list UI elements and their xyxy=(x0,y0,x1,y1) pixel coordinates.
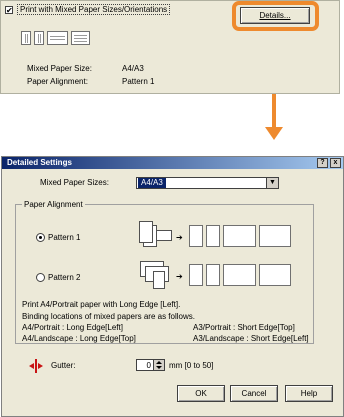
pattern1-radio[interactable] xyxy=(36,233,45,242)
mixed-paper-size-label: Mixed Paper Size: xyxy=(27,64,92,73)
gutter-icon xyxy=(29,359,43,373)
portrait-page-icon xyxy=(206,264,220,286)
mixed-paper-sizes-select[interactable]: A4/A3 ▼ xyxy=(136,177,279,189)
spin-up-icon[interactable] xyxy=(156,361,162,364)
mixed-page-layout-icons xyxy=(21,28,106,48)
binding-a4-portrait: A4/Portrait : Long Edge[Left] xyxy=(22,323,123,332)
ok-button[interactable]: OK xyxy=(177,385,225,402)
spin-down-icon[interactable] xyxy=(156,366,162,369)
portrait-page-icon xyxy=(34,31,44,45)
binding-a3-landscape: A3/Landscape : Short Edge[Left] xyxy=(193,334,309,343)
arrow-right-icon: ➔ xyxy=(176,233,183,242)
portrait-page-icon xyxy=(21,31,31,45)
mixed-paper-checkbox[interactable]: ✔ xyxy=(5,6,13,15)
portrait-page-icon xyxy=(189,264,203,286)
paper-alignment-value: Pattern 1 xyxy=(122,77,155,86)
gutter-value: 0 xyxy=(146,361,151,370)
binding-a4-landscape: A4/Landscape : Long Edge[Top] xyxy=(22,334,136,343)
help-button[interactable]: Help xyxy=(285,385,333,402)
gutter-spinbox[interactable]: 0 xyxy=(136,359,165,371)
pattern1-diagram: ➔ xyxy=(137,219,297,255)
landscape-page-icon xyxy=(259,225,291,247)
landscape-page-icon xyxy=(223,225,256,247)
stacked-pages-icon xyxy=(137,258,173,292)
radio-selected-dot xyxy=(39,236,42,239)
select-value: A4/A3 xyxy=(138,178,166,188)
details-button-label: Details... xyxy=(259,11,291,20)
landscape-page-icon xyxy=(47,31,68,45)
binding-description: Binding locations of mixed papers are as… xyxy=(22,312,195,321)
portrait-page-icon xyxy=(206,225,220,247)
detailed-settings-dialog: Detailed Settings ? x Mixed Paper Sizes:… xyxy=(1,156,344,417)
pattern2-diagram: ➔ xyxy=(137,258,297,294)
landscape-page-icon xyxy=(71,31,90,45)
paper-alignment-label: Paper Alignment: xyxy=(27,77,88,86)
help-icon[interactable]: ? xyxy=(317,158,328,168)
gutter-range: mm [0 to 50] xyxy=(169,361,214,370)
alignment-description: Print A4/Portrait paper with Long Edge [… xyxy=(22,300,181,309)
arrow-right-icon: ➔ xyxy=(176,272,183,281)
cancel-button[interactable]: Cancel xyxy=(230,385,278,402)
stacked-pages-icon xyxy=(137,219,173,253)
landscape-page-icon xyxy=(259,264,291,286)
arrow-down-icon xyxy=(272,94,276,128)
close-icon[interactable]: x xyxy=(330,158,341,168)
details-button[interactable]: Details... xyxy=(240,7,310,24)
arrow-head-icon xyxy=(265,127,283,140)
mixed-paper-checkbox-label[interactable]: Print with Mixed Paper Sizes/Orientation… xyxy=(17,4,171,15)
pattern2-label[interactable]: Pattern 2 xyxy=(48,273,80,282)
pattern2-radio[interactable] xyxy=(36,273,45,282)
dialog-titlebar: Detailed Settings ? x xyxy=(2,157,343,169)
chevron-down-icon[interactable]: ▼ xyxy=(266,178,278,188)
mixed-paper-size-value: A4/A3 xyxy=(122,64,144,73)
binding-a3-portrait: A3/Portrait : Short Edge[Top] xyxy=(193,323,295,332)
spin-buttons[interactable] xyxy=(153,360,164,370)
gutter-label: Gutter: xyxy=(51,361,76,370)
dialog-title: Detailed Settings xyxy=(7,158,72,167)
mixed-paper-sizes-label: Mixed Paper Sizes: xyxy=(40,178,109,187)
paper-alignment-group-title: Paper Alignment xyxy=(22,200,85,209)
pattern1-label[interactable]: Pattern 1 xyxy=(48,233,80,242)
landscape-page-icon xyxy=(223,264,256,286)
portrait-page-icon xyxy=(189,225,203,247)
